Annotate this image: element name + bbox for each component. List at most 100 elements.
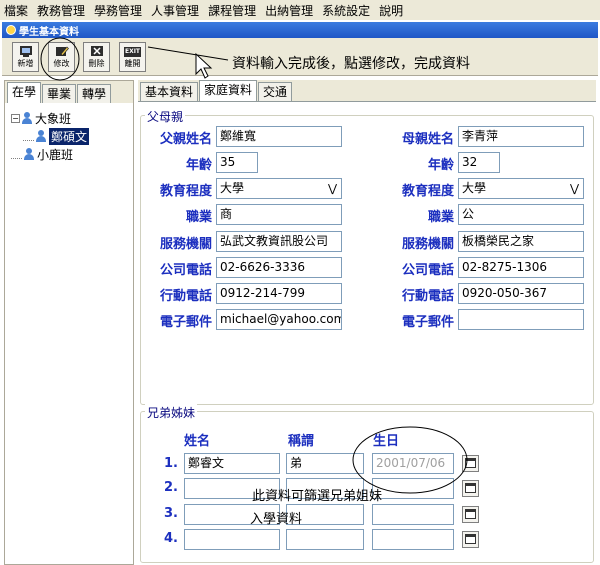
sibling-birthday-header: 生日 [373, 434, 400, 449]
sibling-name-field[interactable]: 鄭睿文 [184, 453, 280, 474]
tree-node-student1[interactable]: 鄭碩文 [11, 127, 131, 145]
mother-education-select[interactable]: 大學 ⋁ [458, 178, 584, 199]
mother-mobile-label: 行動電話 [401, 289, 454, 304]
delete-button-label: 刪除 [88, 59, 105, 68]
chevron-down-icon[interactable]: ⋁ [328, 179, 337, 198]
new-record-icon [18, 45, 33, 58]
tab-family-info[interactable]: 家庭資料 [199, 80, 258, 101]
sibling-note-line2: 入學資料 [250, 512, 303, 527]
app-icon [6, 25, 16, 35]
father-email-field[interactable]: michael@yahoo.com [216, 309, 342, 330]
exit-button[interactable]: EXIT 離開 [119, 42, 146, 72]
tab-transport[interactable]: 交通 [258, 82, 293, 101]
status-tabs: 在學 畢業 轉學 [5, 81, 133, 103]
menu-course[interactable]: 課程管理 [208, 2, 256, 19]
sibling-row-number: 2. [164, 480, 178, 495]
father-education-value: 大學 [220, 181, 245, 195]
group-icon [24, 148, 34, 160]
tab-basic-info[interactable]: 基本資料 [140, 82, 199, 101]
tree-connector [11, 150, 22, 159]
menu-cashier[interactable]: 出納管理 [265, 2, 313, 19]
calendar-icon [465, 457, 476, 471]
mother-education-value: 大學 [462, 181, 487, 195]
mother-age-field[interactable]: 32 [458, 152, 500, 173]
sibling-relation-field[interactable] [286, 529, 364, 550]
collapse-icon[interactable]: − [11, 113, 20, 123]
group-icon [22, 112, 32, 124]
person-icon [36, 130, 46, 142]
mother-office-phone-field[interactable]: 02-8275-1306 [458, 257, 584, 278]
father-name-field[interactable]: 鄭維寬 [216, 126, 342, 147]
sibling-relation-field[interactable]: 弟 [286, 453, 364, 474]
mother-age-label: 年齡 [427, 158, 454, 173]
father-email-label: 電子郵件 [159, 315, 212, 330]
sibling-row-number: 4. [164, 531, 178, 546]
detail-panel: 基本資料 家庭資料 交通 父母親 父親姓名 鄭維寬 母親姓名 李青萍 年齡 35… [138, 80, 596, 565]
callout-text: 資料輸入完成後，點選修改，完成資料 [232, 56, 470, 72]
edit-record-icon [54, 45, 69, 58]
exit-button-label: 離開 [124, 59, 141, 68]
father-age-label: 年齡 [185, 158, 212, 173]
menu-personnel[interactable]: 人事管理 [151, 2, 199, 19]
mother-education-label: 教育程度 [401, 184, 454, 199]
mother-job-label: 職業 [427, 210, 454, 225]
calendar-icon [465, 482, 476, 496]
sibling-name-header: 姓名 [184, 434, 211, 449]
tab-enrolled[interactable]: 在學 [7, 82, 42, 103]
calendar-button[interactable] [462, 455, 479, 472]
tree-node-class1[interactable]: − 大象班 [11, 109, 131, 127]
siblings-group-title: 兄弟姊妹 [145, 404, 198, 421]
father-mobile-label: 行動電話 [159, 289, 212, 304]
class-tree-panel: 在學 畢業 轉學 − 大象班 鄭碩文 小鹿班 [4, 80, 134, 565]
calendar-icon [465, 508, 476, 522]
parents-group-title: 父母親 [145, 108, 186, 125]
father-education-label: 教育程度 [159, 184, 212, 199]
mother-mobile-field[interactable]: 0920-050-367 [458, 283, 584, 304]
menu-academic[interactable]: 教務管理 [37, 2, 85, 19]
tab-graduated[interactable]: 畢業 [42, 84, 77, 103]
sibling-relation-header: 稱謂 [288, 434, 315, 449]
sibling-birthday-field[interactable] [372, 529, 454, 550]
new-button[interactable]: 新增 [12, 42, 39, 72]
father-mobile-field[interactable]: 0912-214-799 [216, 283, 342, 304]
edit-button[interactable]: 修改 [48, 42, 75, 72]
father-name-label: 父親姓名 [159, 132, 212, 147]
mother-employer-field[interactable]: 板橋榮民之家 [458, 231, 584, 252]
sibling-birthday-field[interactable] [372, 478, 454, 499]
father-employer-field[interactable]: 弘武文教資訊股公司 [216, 231, 342, 252]
exit-icon: EXIT [123, 45, 142, 58]
mother-name-field[interactable]: 李青萍 [458, 126, 584, 147]
mother-email-field[interactable] [458, 309, 584, 330]
delete-button[interactable]: 刪除 [83, 42, 110, 72]
father-job-field[interactable]: 商 [216, 204, 342, 225]
calendar-button[interactable] [462, 531, 479, 548]
father-office-phone-field[interactable]: 02-6626-3336 [216, 257, 342, 278]
menu-help[interactable]: 說明 [379, 2, 403, 19]
sibling-row-number: 3. [164, 506, 178, 521]
mother-job-field[interactable]: 公 [458, 204, 584, 225]
new-button-label: 新增 [17, 59, 34, 68]
sibling-birthday-field[interactable]: 2001/07/06 [372, 453, 454, 474]
edit-button-label: 修改 [53, 59, 70, 68]
father-age-field[interactable]: 35 [216, 152, 258, 173]
menu-student-affairs[interactable]: 學務管理 [94, 2, 142, 19]
tree-node-label: 鄭碩文 [49, 127, 90, 145]
class-tree: − 大象班 鄭碩文 小鹿班 [11, 109, 131, 163]
father-job-label: 職業 [185, 210, 212, 225]
tree-node-class2[interactable]: 小鹿班 [11, 145, 131, 163]
calendar-button[interactable] [462, 480, 479, 497]
father-education-select[interactable]: 大學 ⋁ [216, 178, 342, 199]
calendar-button[interactable] [462, 506, 479, 523]
tab-transferred[interactable]: 轉學 [77, 84, 112, 103]
delete-record-icon [89, 45, 104, 58]
window-title: 學生基本資料 [19, 26, 79, 38]
sibling-birthday-field[interactable] [372, 504, 454, 525]
sibling-note-line1: 此資料可篩選兄弟姐妹 [252, 489, 383, 504]
menu-settings[interactable]: 系統設定 [322, 2, 370, 19]
exit-badge: EXIT [123, 46, 142, 57]
chevron-down-icon[interactable]: ⋁ [570, 179, 579, 198]
sibling-row-number: 1. [164, 456, 178, 471]
sibling-name-field[interactable] [184, 529, 280, 550]
mother-office-phone-label: 公司電話 [401, 263, 454, 278]
menu-file[interactable]: 檔案 [4, 2, 28, 19]
